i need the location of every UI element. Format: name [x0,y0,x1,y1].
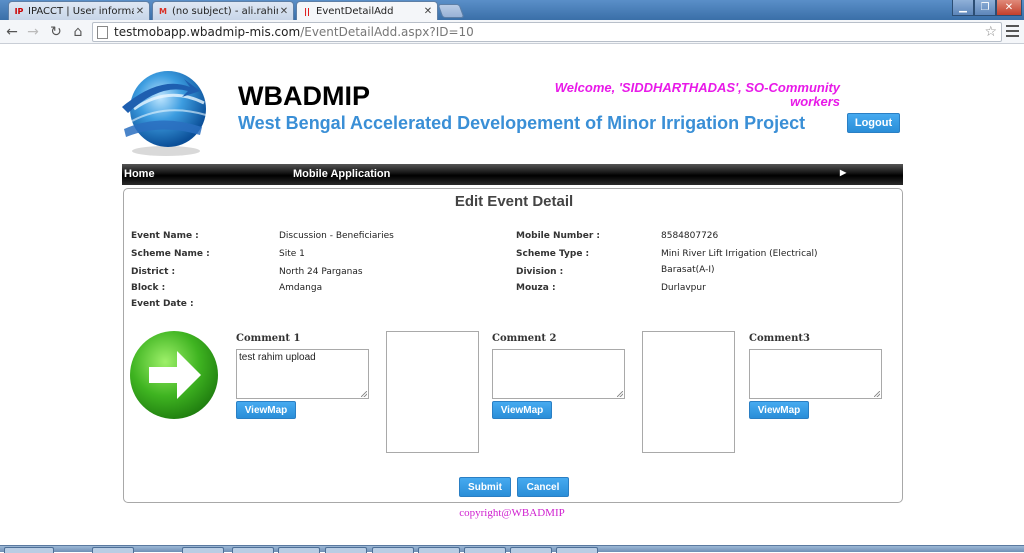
block-label: Block : [131,283,166,293]
taskbar-item[interactable] [92,547,134,553]
submit-button[interactable]: Submit [459,477,511,497]
panel-title: Edit Event Detail [454,193,574,210]
taskbar-item[interactable] [556,547,598,553]
project-subtitle: West Bengal Accelerated Developement of … [238,113,806,133]
nav-home[interactable]: Home [124,168,155,180]
viewmap-button-3[interactable]: ViewMap [749,401,809,419]
division-label: Division : [516,267,564,277]
comment1-text: test rahim upload [239,352,316,363]
page-icon [97,25,108,39]
resize-grip-icon[interactable] [617,391,623,397]
menu-icon[interactable] [1006,25,1019,37]
taskbar-item[interactable] [464,547,506,553]
block-value: Amdanga [279,283,323,293]
browser-toolbar: ← → ↻ ⌂ testmobapp.wbadmip-mis.com/Event… [0,20,1024,44]
new-tab-button[interactable] [437,4,465,18]
cancel-button[interactable]: Cancel [517,477,569,497]
brand-title: WBADMIP [238,81,370,111]
scheme-name-value: Site 1 [279,249,305,259]
os-taskbar [0,545,1024,553]
gmail-icon: M [159,6,167,16]
mouza-value: Durlavpur [661,283,706,293]
taskbar-item[interactable] [372,547,414,553]
map-frame-1 [386,331,479,453]
page-favicon-icon: || [304,7,310,16]
viewmap-button-1[interactable]: ViewMap [236,401,296,419]
close-window-icon[interactable]: ✕ [996,0,1022,16]
taskbar-item[interactable] [182,547,224,553]
minimize-icon[interactable]: ▁ [952,0,974,16]
back-icon[interactable]: ← [4,23,20,41]
tab-gmail[interactable]: M (no subject) - ali.rahim08 ✕ [152,1,294,20]
page: WBADMIP West Bengal Accelerated Develope… [0,45,1024,545]
tab-eventdetailadd[interactable]: || EventDetailAdd ✕ [296,1,438,21]
comment3-textarea[interactable] [749,349,882,399]
close-icon[interactable]: ✕ [278,6,290,17]
welcome-text: Welcome, 'SIDDHARTHADAS', SO-Community w… [554,80,840,109]
globe-logo-icon [122,71,207,156]
browser-tabstrip: IP IPACCT | User information ✕ M (no sub… [0,0,1024,21]
forward-icon[interactable]: → [25,23,41,41]
logout-button[interactable]: Logout [847,113,900,133]
district-label: District : [131,267,176,277]
event-detail-panel: Edit Event Detail Event Name : Discussio… [123,188,903,503]
home-icon[interactable]: ⌂ [70,23,86,41]
taskbar-item[interactable] [418,547,460,553]
mobile-number-label: Mobile Number : [516,231,601,241]
tab-title: EventDetailAdd [316,6,394,17]
copyright-text: copyright@WBADMIP [459,507,565,519]
division-value: Barasat(A-I) [661,265,715,275]
tab-title: IPACCT | User information [28,5,134,17]
close-icon[interactable]: ✕ [134,6,146,17]
ipacct-icon: IP [14,6,24,16]
scheme-type-value: Mini River Lift Irrigation (Electrical) [661,249,818,259]
tab-ipacct[interactable]: IP IPACCT | User information ✕ [8,1,150,20]
event-date-label: Event Date : [131,299,194,309]
arrow-right-circle-icon[interactable] [129,329,219,419]
url-path: /EventDetailAdd.aspx?ID=10 [300,25,474,39]
address-bar[interactable]: testmobapp.wbadmip-mis.com/EventDetailAd… [92,22,1002,42]
nav-mobile-application[interactable]: Mobile Application [293,168,390,180]
comment2-label: Comment 2 [492,333,557,344]
reload-icon[interactable]: ↻ [48,23,64,41]
taskbar-item[interactable] [325,547,367,553]
mobile-number-value: 8584807726 [661,231,719,241]
comment3-label: Comment3 [749,333,811,344]
comment1-textarea[interactable]: test rahim upload [236,349,369,399]
main-nav: Home Mobile Application ▶ [122,164,903,185]
taskbar-item[interactable] [4,547,54,553]
taskbar-item[interactable] [278,547,320,553]
arrow-right-icon: ▶ [840,168,847,177]
event-name-label: Event Name : [131,231,199,241]
district-value: North 24 Parganas [279,267,363,277]
url-host: testmobapp.wbadmip-mis.com [114,25,301,39]
comment2-textarea[interactable] [492,349,625,399]
tab-title: (no subject) - ali.rahim08 [172,5,278,17]
taskbar-item[interactable] [510,547,552,553]
bookmark-star-icon[interactable]: ☆ [984,24,997,40]
close-icon[interactable]: ✕ [422,6,434,17]
taskbar-item[interactable] [232,547,274,553]
viewmap-button-2[interactable]: ViewMap [492,401,552,419]
resize-grip-icon[interactable] [361,391,367,397]
resize-grip-icon[interactable] [874,391,880,397]
comment1-label: Comment 1 [236,333,301,344]
scheme-name-label: Scheme Name : [131,249,210,259]
event-name-value: Discussion - Beneficiaries [279,231,394,241]
map-frame-2 [642,331,735,453]
mouza-label: Mouza : [516,283,556,293]
restore-icon[interactable]: ❐ [974,0,996,16]
scheme-type-label: Scheme Type : [516,249,590,259]
